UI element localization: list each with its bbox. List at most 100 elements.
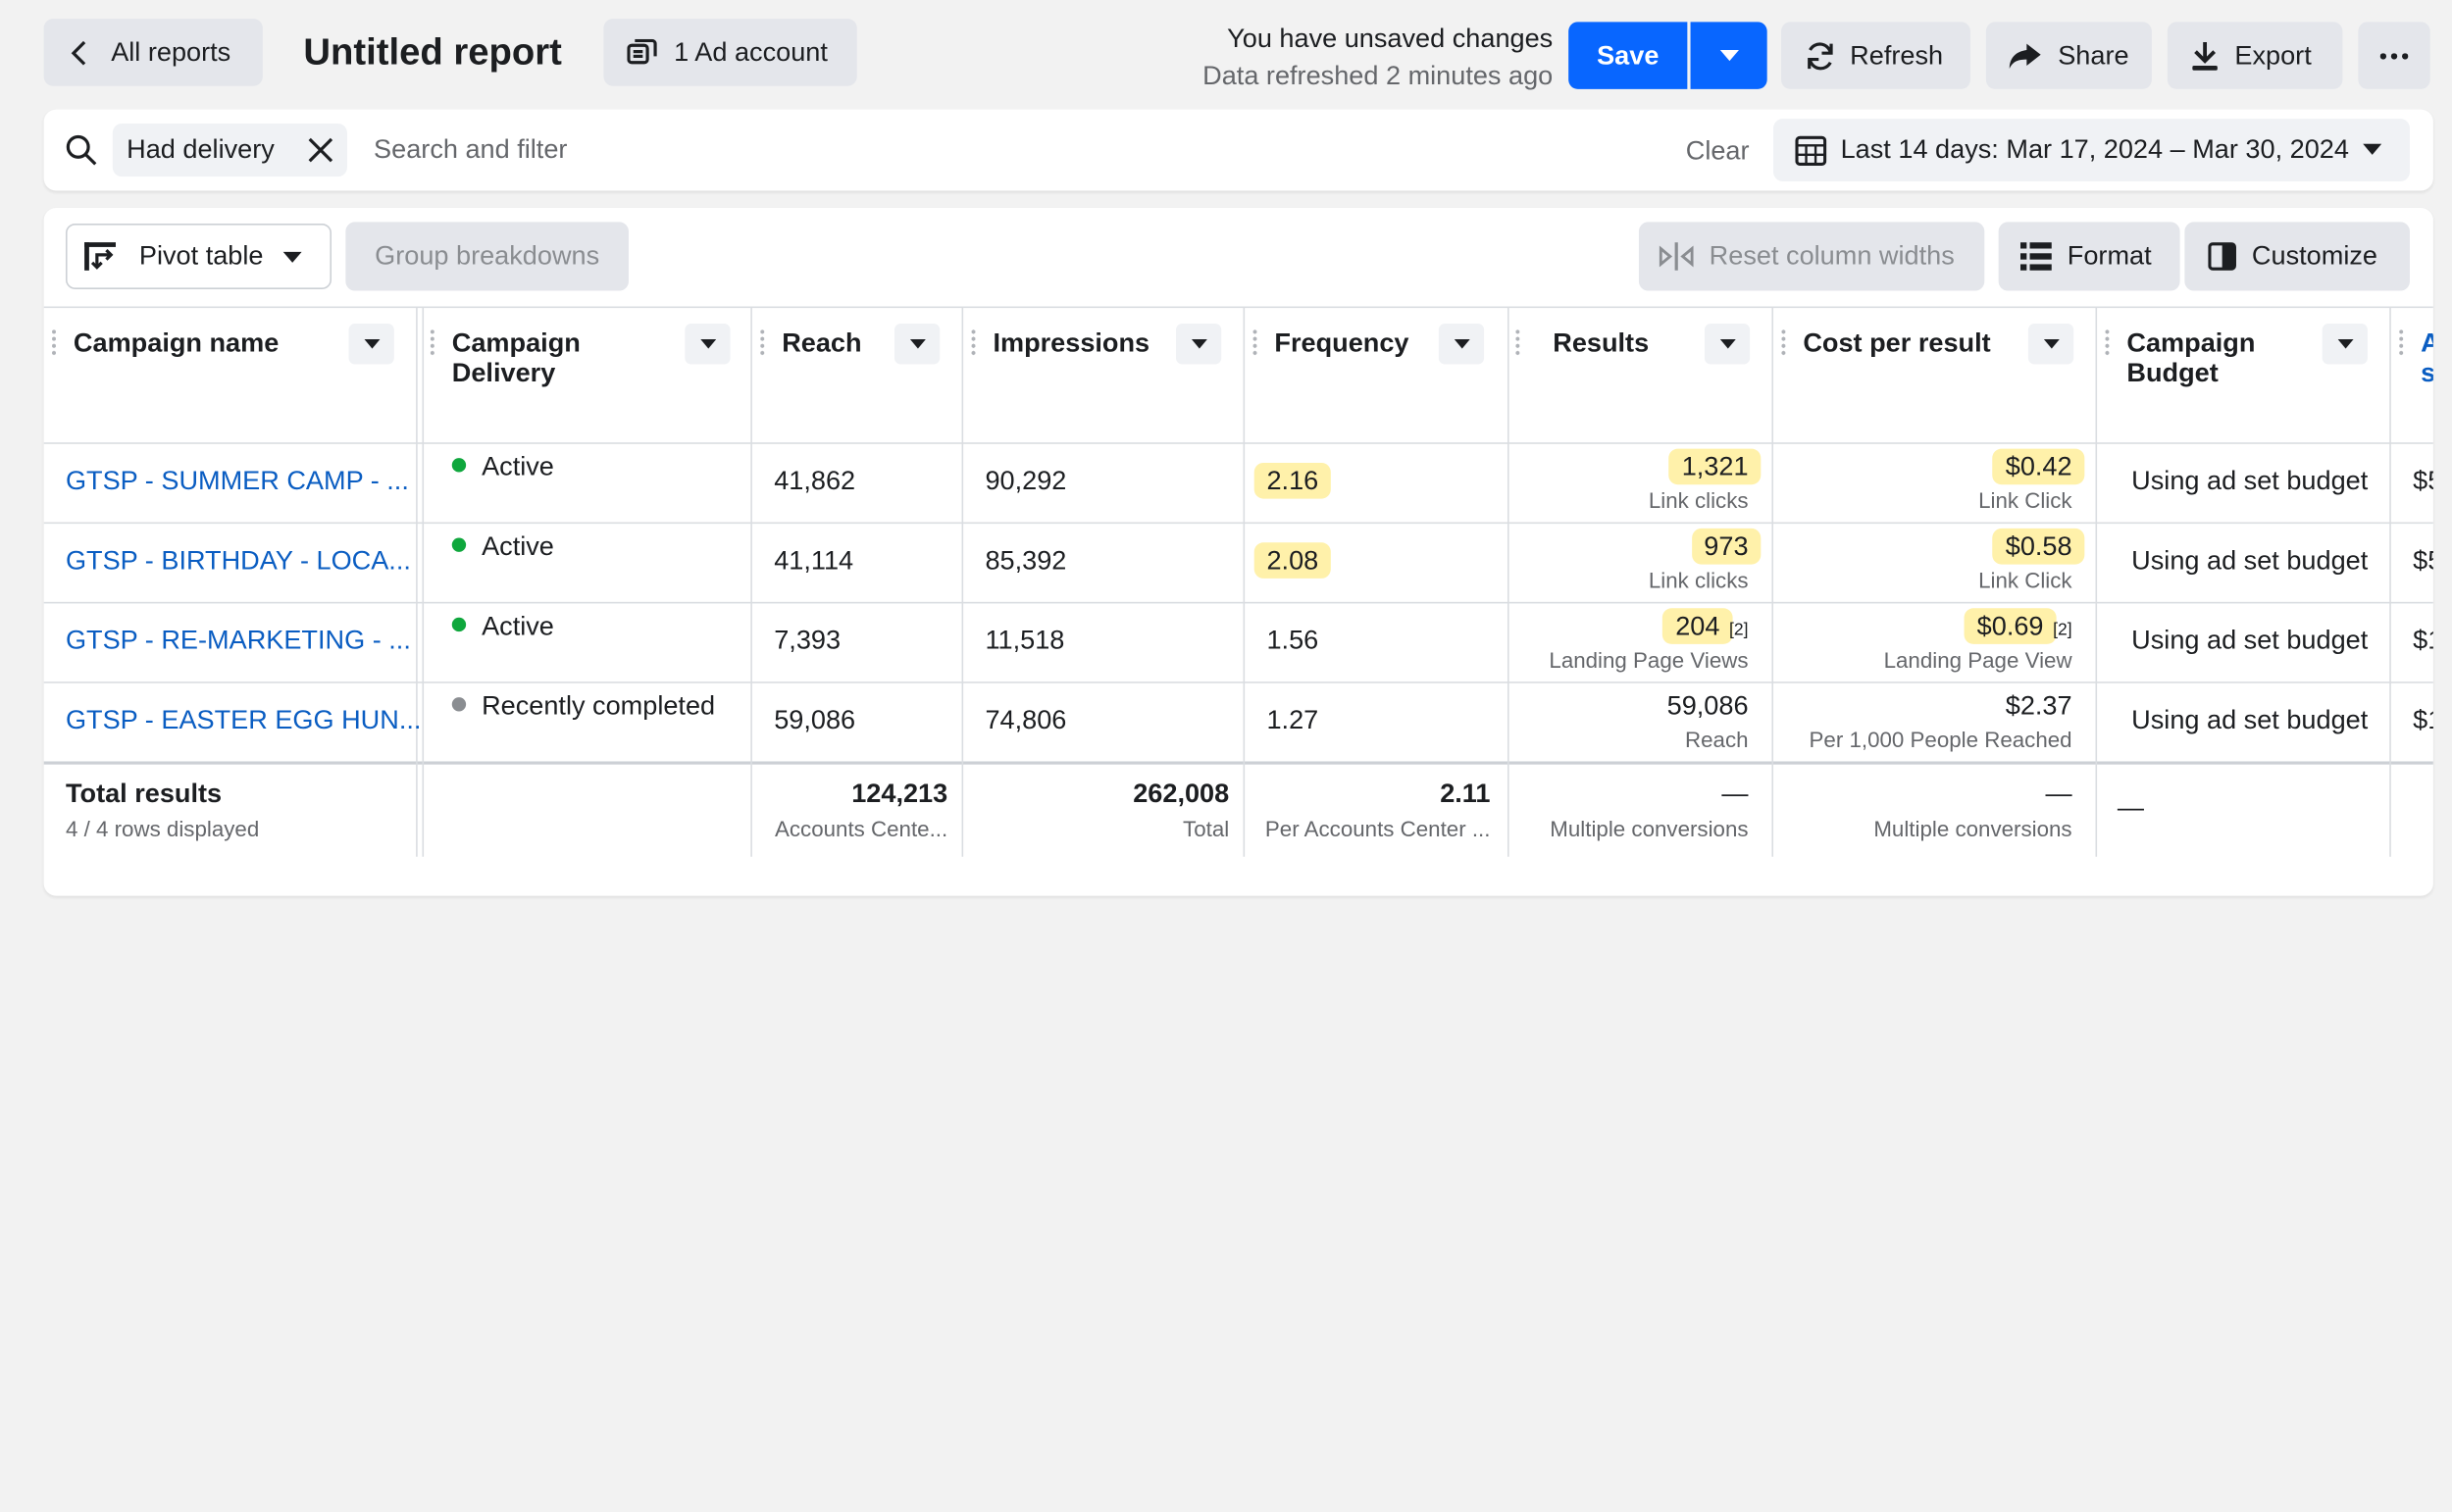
delivery-status-label: Active bbox=[482, 531, 554, 562]
total-results-type: Multiple conversions bbox=[1550, 816, 1749, 841]
group-breakdowns-button[interactable]: Group breakdowns bbox=[345, 222, 629, 291]
cost-per-result-value: $0.69 [2] bbox=[1964, 608, 2072, 644]
report-title[interactable]: Untitled report bbox=[303, 31, 562, 76]
cost-highlight: $0.69 bbox=[1964, 608, 2057, 644]
more-options-button[interactable] bbox=[2358, 22, 2430, 89]
total-cost-per-result: — bbox=[2045, 779, 2072, 809]
total-impressions: 262,008 bbox=[1133, 779, 1230, 809]
total-frequency: 2.11 bbox=[1440, 779, 1491, 809]
export-button[interactable]: Export bbox=[2167, 22, 2343, 89]
column-header-frequency[interactable]: Frequency bbox=[1274, 328, 1408, 358]
reset-column-widths-button[interactable]: Reset column widths bbox=[1638, 222, 1985, 291]
results-value: 973 bbox=[1691, 528, 1762, 565]
ad-account-button[interactable]: 1 Ad account bbox=[603, 19, 857, 86]
total-results-label: Total results bbox=[65, 779, 223, 809]
column-drag-handle[interactable] bbox=[430, 328, 435, 357]
all-reports-button[interactable]: All reports bbox=[43, 19, 263, 86]
column-header-cost-per-result[interactable]: Cost per result bbox=[1803, 328, 1990, 358]
save-options-dropdown[interactable] bbox=[1690, 22, 1767, 89]
next-column-value: $1 bbox=[2413, 625, 2433, 656]
caret-down-icon bbox=[2043, 338, 2060, 349]
delivery-status: Recently completed bbox=[451, 691, 715, 723]
column-header-impressions[interactable]: Impressions bbox=[993, 328, 1149, 358]
results-type: Link clicks bbox=[1648, 567, 1749, 593]
column-header-reach[interactable]: Reach bbox=[782, 328, 861, 358]
column-menu-button[interactable] bbox=[1175, 324, 1222, 365]
refresh-label: Refresh bbox=[1850, 39, 1944, 70]
column-menu-button[interactable] bbox=[685, 324, 731, 365]
frequency-value: 2.16 bbox=[1253, 462, 1331, 499]
next-column-value: $1 bbox=[2413, 705, 2433, 735]
clear-filters-button[interactable]: Clear bbox=[1686, 136, 1750, 168]
results-value: 1,321 bbox=[1668, 448, 1762, 485]
column-drag-handle[interactable] bbox=[51, 328, 57, 357]
cost-per-result-value: $2.37 bbox=[2005, 690, 2072, 722]
column-menu-button[interactable] bbox=[348, 324, 394, 365]
column-drag-handle[interactable] bbox=[1252, 328, 1257, 357]
column-header-next-partial[interactable]: A s bbox=[2421, 328, 2433, 388]
column-header-campaign-budget[interactable]: Campaign Budget bbox=[2126, 328, 2255, 388]
results-type: Landing Page Views bbox=[1549, 647, 1749, 673]
share-icon bbox=[2009, 42, 2041, 69]
column-drag-handle[interactable] bbox=[2398, 328, 2404, 357]
refresh-button[interactable]: Refresh bbox=[1781, 22, 1970, 89]
column-menu-button[interactable] bbox=[1438, 324, 1485, 365]
column-resize-icon bbox=[1659, 242, 1694, 271]
column-header-campaign-delivery[interactable]: Campaign Delivery bbox=[452, 328, 581, 388]
date-range-picker[interactable]: Last 14 days: Mar 17, 2024 – Mar 30, 202… bbox=[1773, 119, 2410, 181]
ad-accounts-icon bbox=[627, 38, 657, 64]
delivery-status: Active bbox=[451, 611, 554, 642]
campaign-name-link[interactable]: GTSP - BIRTHDAY - LOCA... bbox=[66, 545, 411, 577]
campaign-name-link[interactable]: GTSP - RE-MARKETING - ... bbox=[66, 626, 411, 657]
customize-panel-icon bbox=[2208, 242, 2236, 271]
column-header-line: Campaign bbox=[2126, 328, 2256, 359]
cost-per-result-type: Link Click bbox=[1978, 487, 2072, 513]
reach-value: 59,086 bbox=[774, 705, 856, 735]
format-list-icon bbox=[2019, 242, 2052, 271]
filter-chip-had-delivery[interactable]: Had delivery bbox=[112, 123, 347, 177]
campaign-budget-value: Using ad set budget bbox=[2131, 625, 2369, 656]
column-drag-handle[interactable] bbox=[759, 328, 765, 357]
total-results: — bbox=[1721, 779, 1749, 809]
caret-down-icon bbox=[282, 251, 302, 263]
column-drag-handle[interactable] bbox=[1781, 328, 1786, 357]
cost-per-result-value: $0.58 bbox=[1992, 528, 2085, 565]
format-button[interactable]: Format bbox=[1998, 222, 2180, 291]
frequency-value: 2.08 bbox=[1253, 542, 1331, 579]
calendar-icon bbox=[1795, 135, 1827, 167]
campaign-name-link[interactable]: GTSP - EASTER EGG HUN... bbox=[66, 705, 421, 736]
customize-button[interactable]: Customize bbox=[2184, 222, 2410, 291]
share-button[interactable]: Share bbox=[1985, 22, 2152, 89]
next-column-value: $5 bbox=[2413, 466, 2433, 496]
reach-value: 41,114 bbox=[774, 545, 854, 576]
column-menu-button[interactable] bbox=[2027, 324, 2074, 365]
save-button[interactable]: Save bbox=[1568, 22, 1688, 89]
column-header-campaign-name[interactable]: Campaign name bbox=[74, 328, 279, 358]
reset-column-widths-label: Reset column widths bbox=[1709, 240, 1955, 271]
search-icon bbox=[66, 134, 97, 166]
column-menu-button[interactable] bbox=[1704, 324, 1751, 365]
cost-per-result-type: Landing Page View bbox=[1883, 647, 2072, 673]
results-type: Reach bbox=[1685, 727, 1749, 752]
column-menu-button[interactable] bbox=[894, 324, 941, 365]
search-input[interactable]: Search and filter bbox=[374, 134, 567, 166]
column-drag-handle[interactable] bbox=[971, 328, 976, 357]
all-reports-label: All reports bbox=[111, 36, 231, 67]
column-header-line: A bbox=[2421, 328, 2433, 358]
column-header-results[interactable]: Results bbox=[1553, 328, 1649, 358]
campaign-name-link[interactable]: GTSP - SUMMER CAMP - ... bbox=[66, 466, 409, 497]
column-menu-button[interactable] bbox=[2322, 324, 2368, 365]
close-icon[interactable] bbox=[308, 137, 333, 163]
column-drag-handle[interactable] bbox=[2105, 328, 2110, 357]
attribution-footnote[interactable]: [2] bbox=[2053, 621, 2072, 639]
cost-per-result-type: Link Click bbox=[1978, 567, 2072, 593]
total-cost-type: Multiple conversions bbox=[1873, 816, 2072, 841]
frequency-value: 1.56 bbox=[1266, 625, 1319, 656]
total-reach: 124,213 bbox=[851, 779, 948, 809]
pivot-table-dropdown[interactable]: Pivot table bbox=[65, 223, 332, 289]
attribution-footnote[interactable]: [2] bbox=[1729, 621, 1749, 639]
report-header: All reports Untitled report 1 Ad account… bbox=[0, 0, 2452, 106]
column-drag-handle[interactable] bbox=[1514, 328, 1520, 357]
search-filter-bar: Had delivery Search and filter Clear Las… bbox=[43, 109, 2433, 191]
delivery-status: Active bbox=[451, 531, 554, 563]
